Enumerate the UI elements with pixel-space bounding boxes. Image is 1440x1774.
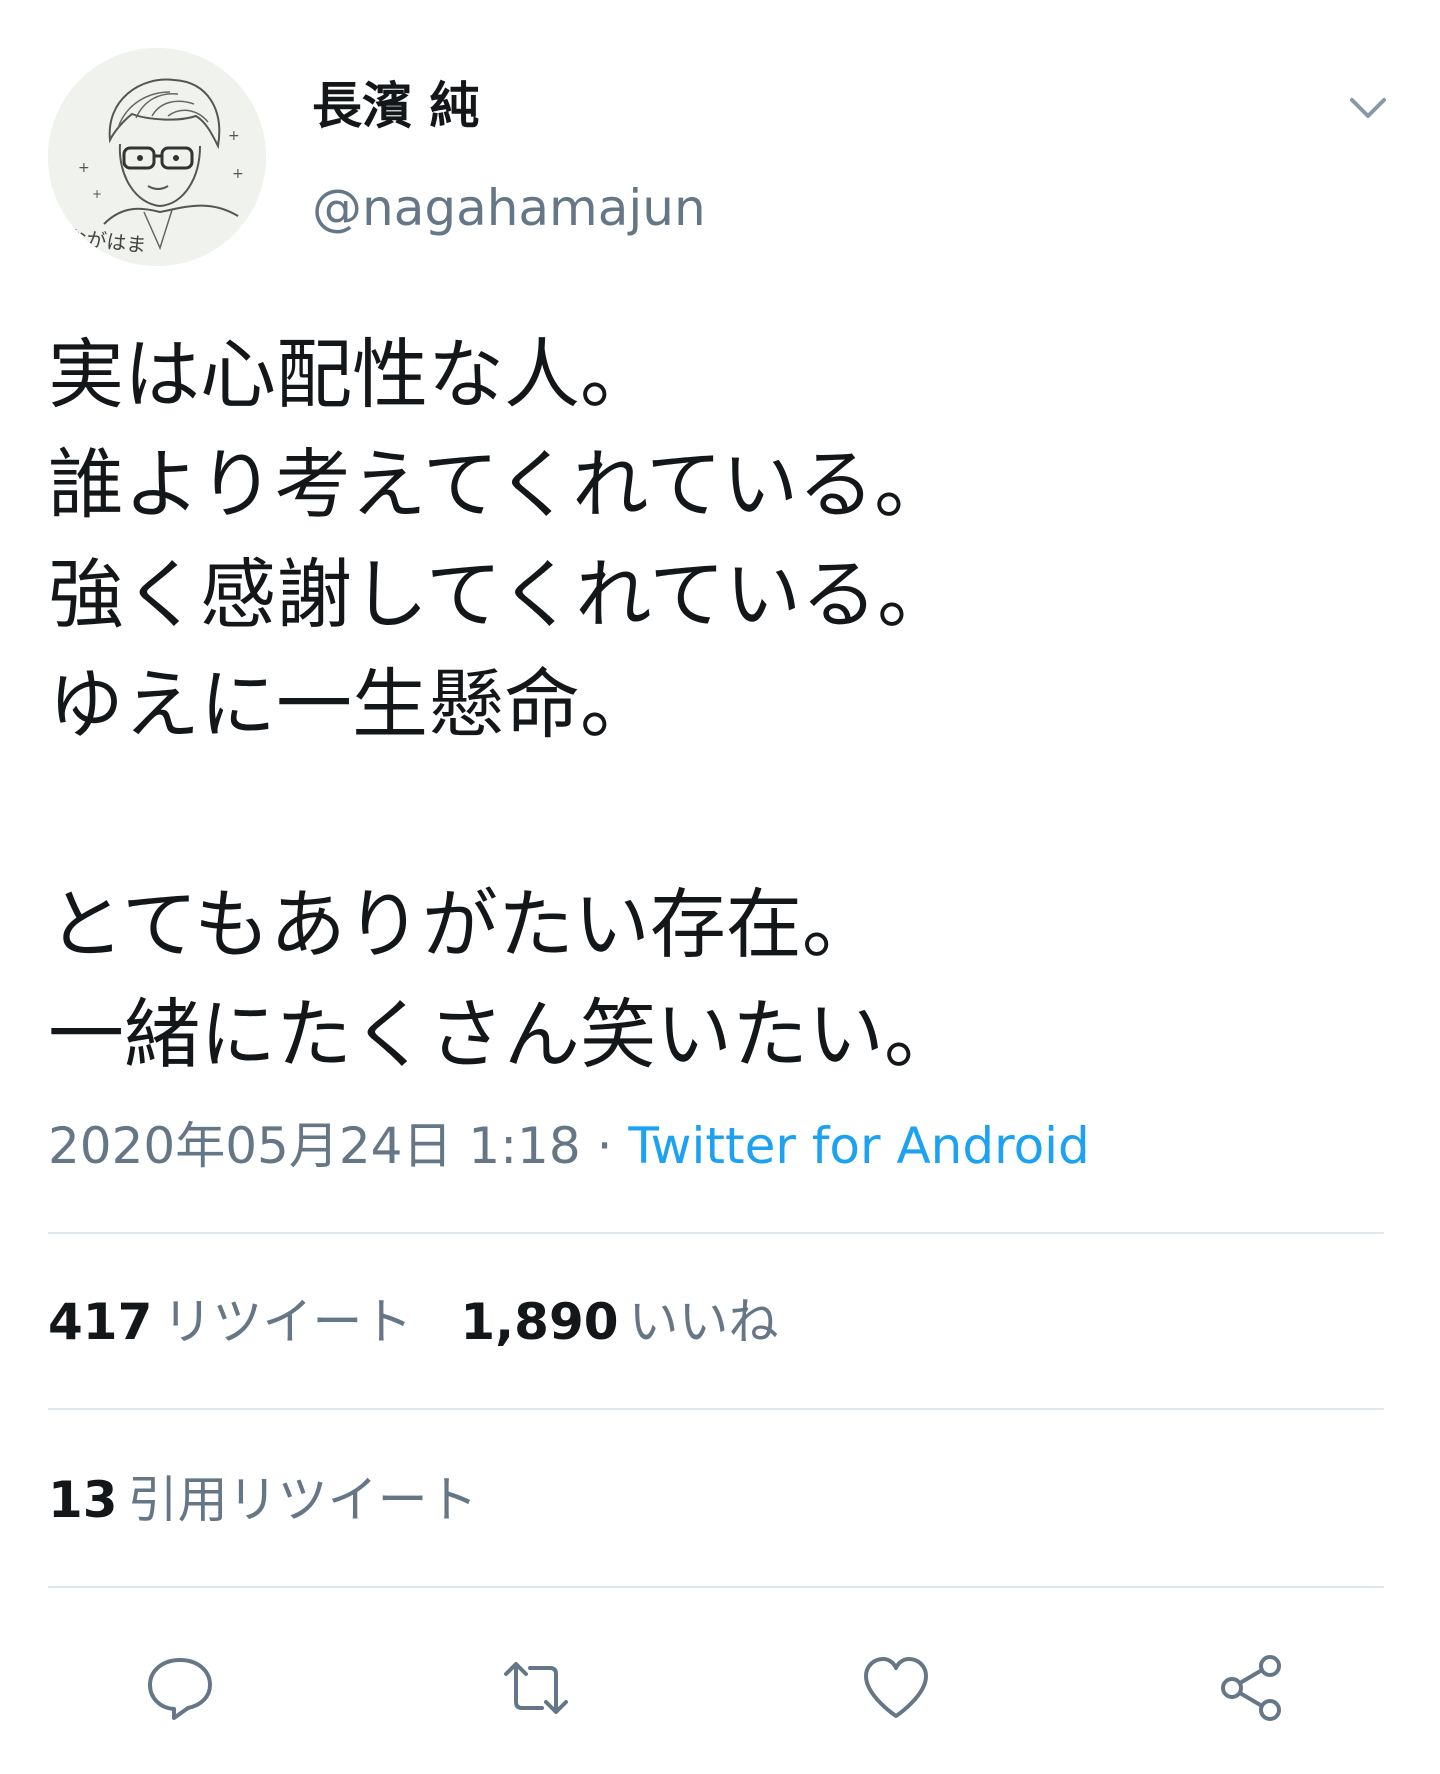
likes-label: いいね [628, 1293, 779, 1351]
divider [48, 1586, 1384, 1588]
tweet-text: 実は心配性な人。 誰より考えてくれている。 強く感謝してくれている。 ゆえに一生… [48, 320, 1388, 1090]
likes-count: 1,890 [460, 1293, 619, 1351]
quotes-label: 引用リツイート [127, 1471, 478, 1529]
tweet-detail: + + + + ながはま 長濱 純 @nagahamajun 実は心配性な人。 … [0, 0, 1440, 1774]
tweet-line: 誰より考えてくれている。 [48, 440, 951, 529]
likes-stat[interactable]: 1,890 いいね [460, 1290, 778, 1354]
divider [48, 1232, 1384, 1234]
svg-text:+: + [78, 160, 90, 176]
chevron-down-icon[interactable] [1346, 86, 1390, 130]
tweet-line: ゆえに一生懸命。 [48, 660, 656, 749]
svg-text:+: + [232, 166, 244, 182]
share-icon[interactable] [1212, 1648, 1292, 1728]
tweet-meta: 2020年05月24日 1:18 · Twitter for Android [48, 1114, 1090, 1178]
quotes-count: 13 [48, 1471, 118, 1529]
svg-text:+: + [228, 128, 240, 144]
tweet-line: とてもありがたい存在。 [48, 880, 878, 969]
source-link[interactable]: Twitter for Android [628, 1117, 1089, 1175]
meta-separator: · [580, 1117, 629, 1175]
engagement-stats: 417 リツイート 1,890 いいね [48, 1290, 779, 1354]
retweets-label: リツイート [162, 1293, 413, 1351]
retweets-stat[interactable]: 417 リツイート [48, 1290, 412, 1354]
tweet-line: 強く感謝してくれている。 [48, 550, 954, 639]
reply-icon[interactable] [140, 1648, 220, 1728]
tweet-line: 実は心配性な人。 [48, 330, 656, 419]
avatar-sketch-image: + + + + ながはま [48, 48, 266, 266]
retweet-icon[interactable] [496, 1648, 576, 1728]
quotes-stat[interactable]: 13 引用リツイート [48, 1468, 478, 1532]
heart-icon[interactable] [856, 1648, 936, 1728]
svg-text:+: + [92, 187, 102, 201]
quote-stats: 13 引用リツイート [48, 1468, 478, 1532]
retweets-count: 417 [48, 1293, 153, 1351]
timestamp[interactable]: 2020年05月24日 1:18 [48, 1117, 581, 1175]
avatar[interactable]: + + + + ながはま [48, 48, 266, 266]
tweet-line: 一緒にたくさん笑いたい。 [48, 990, 960, 1079]
display-name[interactable]: 長濱 純 [312, 74, 479, 138]
divider [48, 1408, 1384, 1410]
user-handle[interactable]: @nagahamajun [312, 176, 706, 240]
